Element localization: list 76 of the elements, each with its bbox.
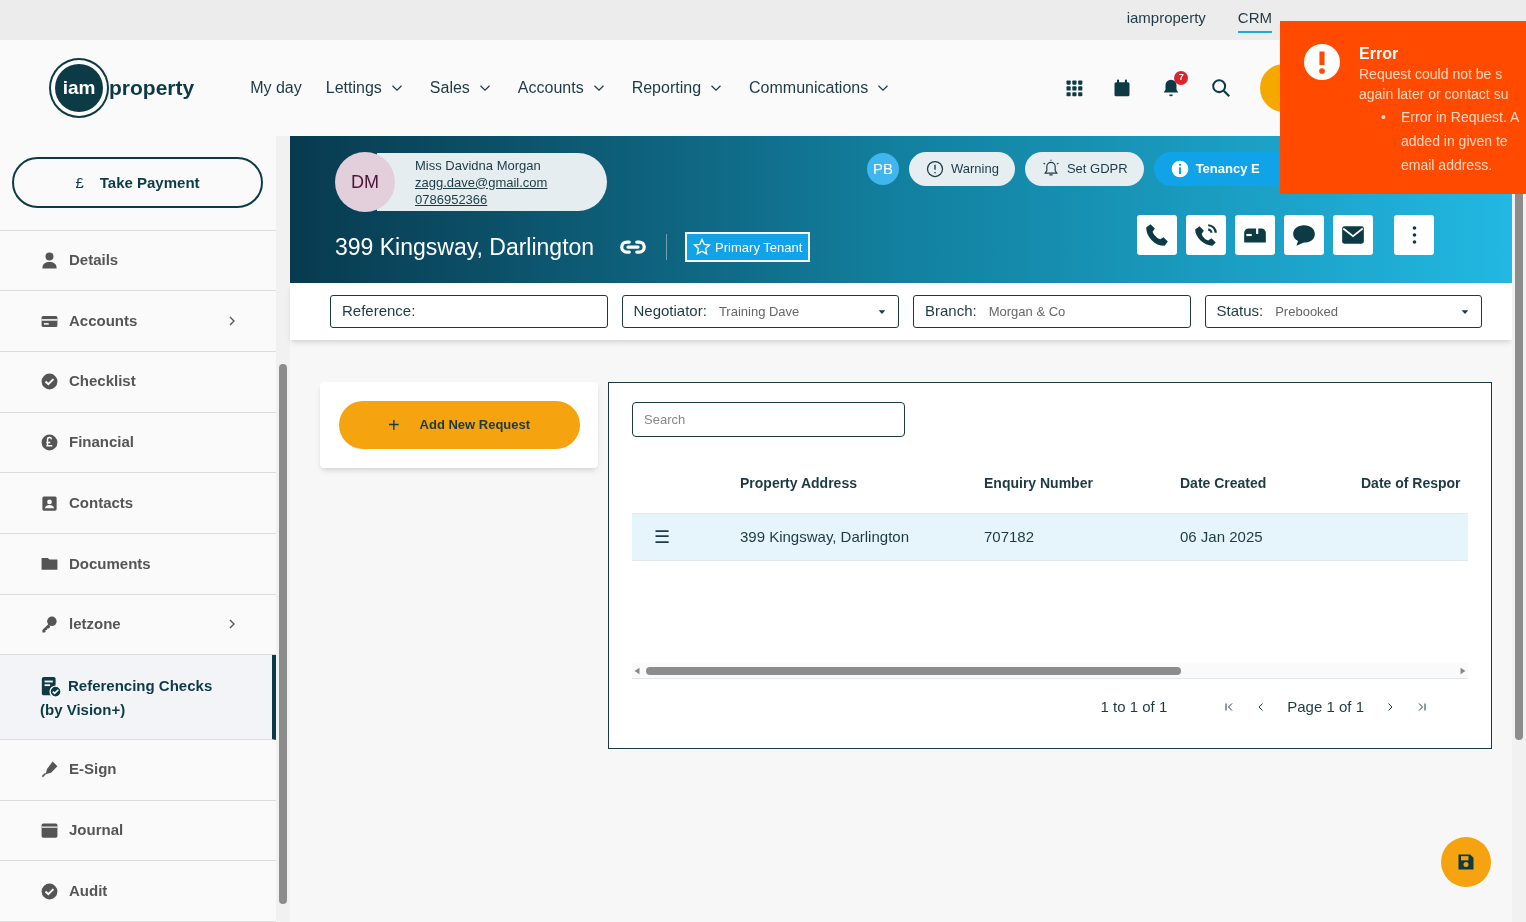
tag-button[interactable]: Set GDPR xyxy=(1024,152,1144,186)
app-link[interactable]: iamproperty xyxy=(1126,6,1206,34)
nav-menu-item[interactable]: Sales xyxy=(429,76,494,100)
column-header[interactable]: Property Address xyxy=(740,472,984,494)
mailbox-button[interactable] xyxy=(1235,215,1275,255)
filter-field[interactable]: Negotiator: Training Dave xyxy=(621,295,899,328)
key-icon xyxy=(40,615,59,634)
primary-tenant-badge: Primary Tenant xyxy=(685,232,811,263)
take-payment-button[interactable]: £ Take Payment xyxy=(12,157,263,209)
column-header[interactable]: Date of Respor xyxy=(1361,472,1468,494)
journal-icon xyxy=(40,820,59,840)
column-header[interactable]: Date Created xyxy=(1180,472,1361,494)
phone-link[interactable]: 0786952366 xyxy=(415,190,488,208)
nav-menu-item[interactable]: Communications xyxy=(749,76,893,100)
alert-icon xyxy=(1304,44,1340,80)
envelope-button[interactable] xyxy=(1333,215,1373,255)
sidebar-item[interactable]: Referencing Checks (by Vision+) xyxy=(0,655,276,740)
check-circle-icon xyxy=(40,881,59,901)
phone-icon xyxy=(1144,222,1170,248)
search-field[interactable]: Search xyxy=(632,402,905,437)
pound-coin-icon xyxy=(40,432,59,452)
toast-message: Request could not be s again later or contact su xyxy=(1359,65,1510,104)
row-menu-icon[interactable]: ☰ xyxy=(632,523,740,551)
notification-badge: 7 xyxy=(1174,71,1189,85)
scroll-right-icon xyxy=(1458,665,1468,676)
check-circle-icon xyxy=(40,372,59,392)
email-link[interactable]: zagg.dave@gmail.com xyxy=(415,173,548,191)
document-check-icon xyxy=(40,675,62,698)
contact-name: Miss Davidna Morgan xyxy=(415,156,542,174)
table-cell-text: 399 Kingsway, Darlington xyxy=(740,526,910,547)
table-cell-text: 707182 xyxy=(984,526,1036,547)
star-icon xyxy=(693,238,712,257)
contact-card-icon xyxy=(40,493,59,513)
phone-signal-button[interactable] xyxy=(1186,215,1226,255)
toast-title: Error xyxy=(1359,44,1400,64)
last-page-button[interactable] xyxy=(1416,701,1428,713)
calendar-icon xyxy=(1112,78,1133,98)
pen-icon xyxy=(40,760,59,780)
search-icon xyxy=(1210,77,1233,99)
page-indicator: Page 1 of 1 xyxy=(1287,696,1364,717)
tag-button[interactable]: Warning xyxy=(909,152,1015,186)
save-button[interactable] xyxy=(1441,837,1491,887)
phone-button[interactable] xyxy=(1137,215,1177,255)
table-row[interactable]: ☰ 399 Kingsway, Darlington 707182 06 Jan 2025 xyxy=(632,513,1468,561)
plus-icon: + xyxy=(387,410,400,440)
column-header[interactable]: Enquiry Number xyxy=(984,472,1180,494)
filter-field[interactable]: Status: Prebooked xyxy=(1204,295,1482,328)
info-icon xyxy=(1169,159,1190,179)
nav-menu-item[interactable]: Reporting xyxy=(631,76,726,100)
bullet-icon: • xyxy=(1381,105,1401,177)
scrollbar-thumb[interactable] xyxy=(646,666,1181,675)
chat-bubble-icon xyxy=(1291,222,1317,248)
scrollbar-thumb[interactable] xyxy=(279,364,287,904)
property-address: 399 Kingsway, Darlington xyxy=(335,233,595,262)
user-initials-badge: PB xyxy=(867,153,899,185)
nav-menu-item[interactable]: Lettings xyxy=(325,76,406,100)
table-cell-text: 06 Jan 2025 xyxy=(1180,526,1264,547)
phone-signal-icon xyxy=(1193,222,1219,248)
contact-avatar: DM xyxy=(335,152,395,212)
toast-detail: Error in Request. A added in given te email address. xyxy=(1401,108,1520,175)
app-link[interactable]: CRM xyxy=(1237,6,1272,34)
apps-grid-icon xyxy=(1064,78,1085,98)
filter-field[interactable]: Reference: xyxy=(330,295,608,328)
warning-icon xyxy=(925,159,945,179)
nav-menu-item[interactable]: My day xyxy=(250,76,302,100)
person-icon xyxy=(40,250,59,270)
logo-text: property xyxy=(109,75,195,102)
chat-bubble-button[interactable] xyxy=(1284,215,1324,255)
last-page-icon xyxy=(1416,701,1428,713)
add-new-request-button[interactable]: + Add New Request xyxy=(338,401,580,449)
more-icon xyxy=(1411,225,1417,245)
filter-field[interactable]: Branch: Morgan & Co xyxy=(913,295,1191,328)
pound-icon: £ xyxy=(75,171,84,194)
row-count: 1 to 1 of 1 xyxy=(1100,696,1168,717)
scroll-left-icon xyxy=(632,665,642,676)
nav-menu-item[interactable]: Accounts xyxy=(517,76,608,100)
